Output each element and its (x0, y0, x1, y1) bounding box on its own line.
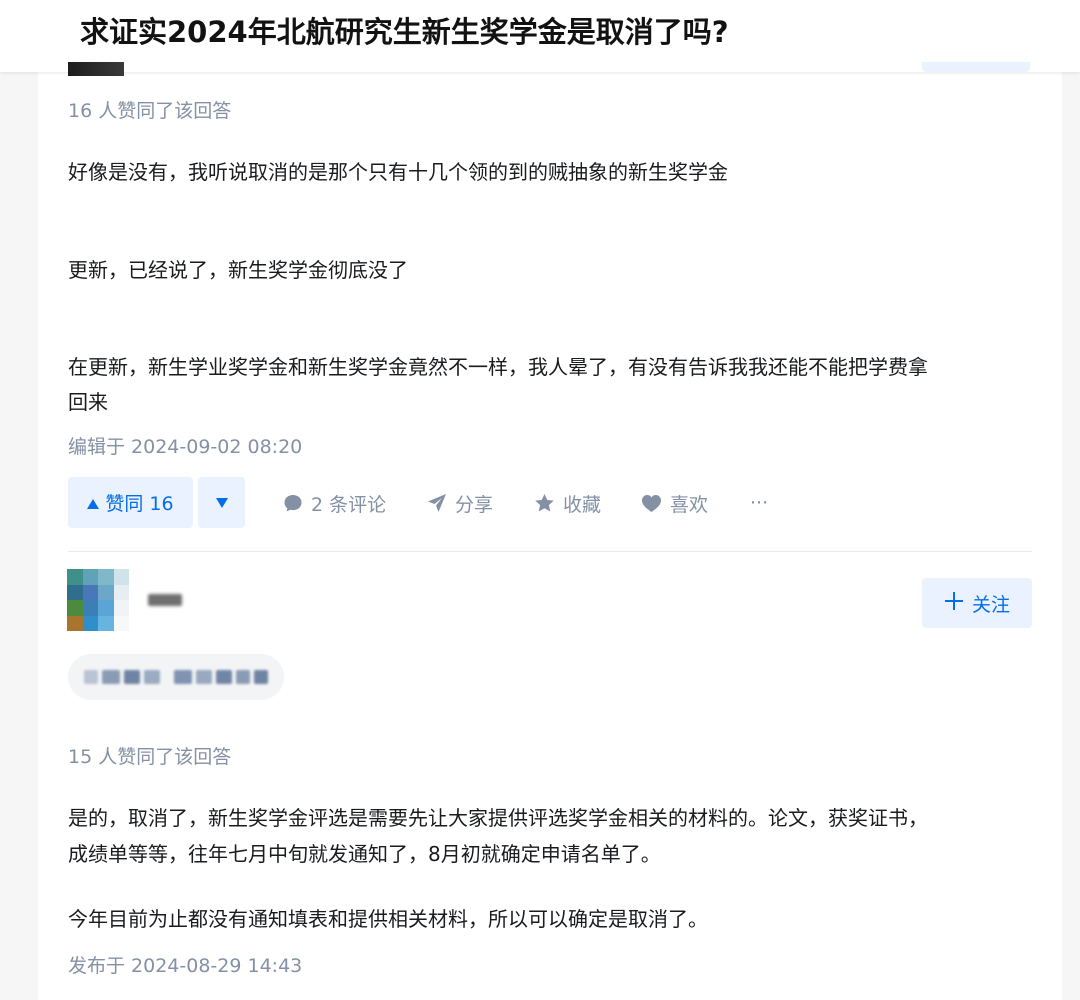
answer-paragraph: 是的，取消了，新生奖学金评选是需要先让大家提供评选奖学金相关的材料的。论文，获奖… (68, 806, 928, 830)
previous-author-avatar[interactable] (68, 62, 124, 76)
collect-button[interactable]: 收藏 (534, 488, 601, 518)
share-icon (427, 493, 447, 513)
edit-timestamp[interactable]: 编辑于 2024-09-02 08:20 (68, 432, 302, 459)
downvote-button[interactable] (198, 477, 245, 528)
like-label: 喜欢 (670, 493, 709, 516)
author-name[interactable] (148, 594, 182, 606)
answer-paragraph: 今年目前为止都没有通知填表和提供相关材料，所以可以确定是取消了。 (68, 907, 708, 931)
plus-icon (944, 591, 964, 616)
more-label: ··· (750, 492, 769, 514)
answer-paragraph: 回来 (68, 390, 108, 414)
heart-icon (641, 494, 662, 513)
like-button[interactable]: 喜欢 (641, 488, 708, 518)
author-headline (68, 654, 284, 700)
answer-paragraph: 好像是没有，我听说取消的是那个只有十几个领的到的贼抽象的新生奖学金 (68, 160, 728, 184)
answer-paragraph: 在更新，新生学业奖学金和新生奖学金竟然不一样，我人晕了，有没有告诉我我还能不能把… (68, 355, 928, 379)
answer-paragraph: 更新，已经说了，新生奖学金彻底没了 (68, 258, 408, 282)
upvote-note: 15 人赞同了该回答 (68, 746, 232, 768)
upvote-note: 16 人赞同了该回答 (68, 100, 232, 122)
share-label: 分享 (455, 493, 494, 516)
answer-paragraph: 成绩单等等，往年七月中旬就发通知了，8月初就确定申请名单了。 (68, 842, 661, 866)
follow-button[interactable]: 关注 (922, 578, 1032, 628)
comment-label: 2 条评论 (311, 493, 387, 516)
upvote-label: 赞同 16 (105, 493, 174, 515)
more-button[interactable]: ··· (750, 488, 768, 518)
collect-label: 收藏 (563, 493, 602, 516)
comment-button[interactable]: 2 条评论 (283, 488, 386, 518)
triangle-down-icon (215, 493, 228, 512)
previous-follow-button[interactable] (922, 62, 1030, 72)
answer-divider (68, 551, 1032, 552)
star-icon (534, 493, 555, 513)
follow-label: 关注 (971, 593, 1010, 616)
avatar[interactable] (67, 569, 129, 631)
triangle-up-icon (87, 492, 100, 514)
share-button[interactable]: 分享 (427, 488, 493, 518)
publish-timestamp[interactable]: 发布于 2024-08-29 14:43 (68, 951, 302, 978)
question-title[interactable]: 求证实2024年北航研究生新生奖学金是取消了吗? (80, 12, 729, 52)
question-header: 求证实2024年北航研究生新生奖学金是取消了吗? (0, 0, 1080, 72)
upvote-button[interactable]: 赞同 16 (68, 477, 193, 528)
comment-icon (283, 493, 303, 513)
